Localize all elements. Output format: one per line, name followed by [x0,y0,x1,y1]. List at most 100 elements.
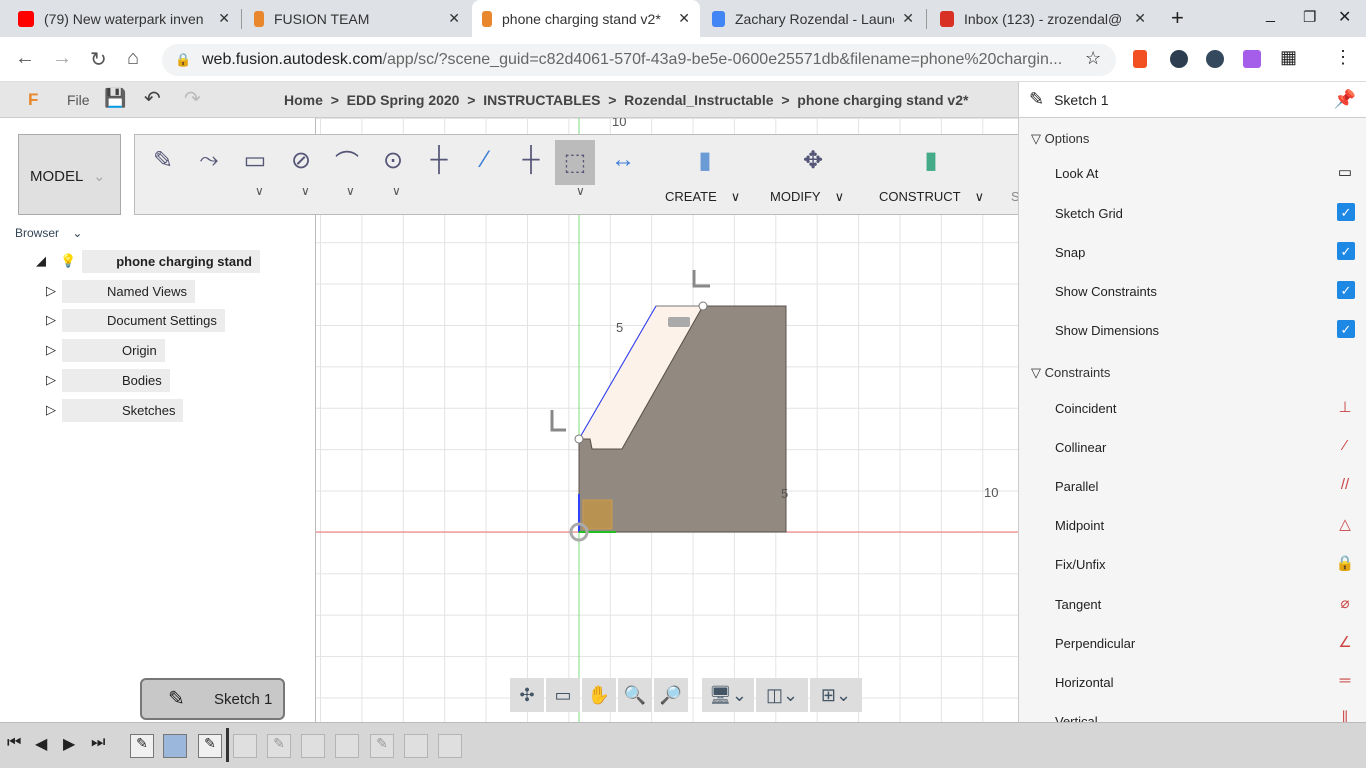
arc-tool-icon[interactable]: ⌒ [327,140,367,180]
close-tab-icon[interactable]: ✕ [1134,10,1146,27]
chevron-down-icon[interactable]: ∨ [576,184,585,198]
extension-shield-icon[interactable] [1206,50,1224,68]
breadcrumb-project[interactable]: EDD Spring 2020 [347,92,460,108]
tree-item-bodies[interactable]: ▷ Bodies [46,368,170,392]
pan-hand-icon[interactable]: ✋ [582,678,616,712]
fusion-logo-icon[interactable]: F [28,90,38,110]
create-sketch-icon[interactable]: ✎ [143,140,183,180]
constraint-coincident[interactable]: Coincident ⊥ [1055,399,1355,416]
construct-menu[interactable]: CONSTRUCT ∨ [879,189,984,205]
modify-menu[interactable]: MODIFY ∨ [770,189,844,205]
construction-line-icon[interactable]: ⁄ [465,140,505,180]
reload-button[interactable]: ↻ [90,47,107,72]
option-sketch-grid[interactable]: Sketch Grid ✓ [1055,203,1355,221]
viewports-icon[interactable]: ⊞⌄ [810,678,862,712]
back-button[interactable]: ← [15,47,35,70]
option-look-at[interactable]: Look At ▭ [1055,163,1355,183]
project-tool-icon[interactable]: ⬚ [555,140,595,185]
tree-item-document-settings[interactable]: ▷ Document Settings [46,308,225,332]
redo-icon[interactable]: ↷ [184,86,201,111]
url-input[interactable]: 🔒 web.fusion.autodesk.com/app/sc/?scene_g… [162,44,1116,76]
point-tool-icon[interactable]: ┼ [419,140,459,180]
sketch-point[interactable] [698,301,708,311]
line-tool-icon[interactable]: ⤳ [189,140,229,180]
timeline-sketch-icon[interactable]: ✎ [267,734,291,758]
chevron-down-icon[interactable]: ∨ [392,184,401,198]
file-menu[interactable]: File [67,92,90,108]
save-icon[interactable]: 💾 [104,88,126,109]
move-icon[interactable]: ✥ [793,140,833,180]
close-tab-icon[interactable]: ✕ [902,10,914,27]
option-show-constraints[interactable]: Show Constraints ✓ [1055,281,1355,299]
breadcrumb-folder[interactable]: INSTRUCTABLES [483,92,600,108]
forward-button[interactable]: → [52,47,72,70]
undo-icon[interactable]: ↶ [144,86,161,111]
constraint-perpendicular[interactable]: Perpendicular ∠ [1055,634,1355,651]
dimension-label[interactable]: 5 [616,320,623,335]
bookmark-star-icon[interactable]: ☆ [1085,48,1101,69]
create-menu[interactable]: CREATE ∨ [665,189,740,205]
breadcrumb-home[interactable]: Home [284,92,323,108]
go-to-start-icon[interactable]: ⏮ [7,734,21,752]
close-tab-icon[interactable]: ✕ [678,10,690,27]
trim-tool-icon[interactable]: ┼ [511,140,551,180]
dimension-tool-icon[interactable]: ↔ [603,140,643,180]
tree-root-label[interactable]: phone charging stand [82,249,260,273]
fix-constraint-icon[interactable] [692,270,710,288]
play-icon[interactable]: ▶ [63,734,75,754]
tree-item-sketches[interactable]: ▷ Sketches [46,398,184,422]
constraint-midpoint[interactable]: Midpoint △ [1055,516,1355,533]
fix-constraint-icon[interactable] [550,410,566,432]
option-show-dimensions[interactable]: Show Dimensions ✓ [1055,320,1355,338]
look-at-icon[interactable]: ▭ [1335,163,1355,183]
chevron-down-icon[interactable]: ∨ [301,184,310,198]
dimension-label[interactable]: 5 [781,486,788,501]
chevron-down-icon[interactable]: ⌄ [72,226,82,240]
go-to-end-icon[interactable]: ⏭ [91,734,105,752]
timeline-sketch-icon[interactable]: ✎ [198,734,222,758]
constraints-section-header[interactable]: ▽ Constraints [1031,365,1110,381]
minimize-button[interactable]: _ [1266,6,1275,24]
constraint-fix-unfix[interactable]: Fix/Unfix 🔒 [1055,555,1355,572]
offset-plane-icon[interactable]: ▮ [911,140,951,180]
constraint-horizontal[interactable]: Horizontal ═ [1055,672,1355,690]
tree-item-origin[interactable]: ▷ Origin [46,338,165,362]
tab-phone-charging-stand[interactable]: phone charging stand v2* ✕ [472,0,700,37]
lightbulb-icon[interactable]: 💡 [60,253,76,269]
close-tab-icon[interactable]: ✕ [448,10,460,27]
timeline-extrude-icon[interactable] [404,734,428,758]
display-settings-icon[interactable]: 🖥⌄ [702,678,754,712]
tab-gmail[interactable]: Inbox (123) - zrozendal@ ✕ [930,0,1156,37]
timeline-extrude-icon[interactable] [163,734,187,758]
timeline-sketch-icon[interactable]: ✎ [370,734,394,758]
home-button[interactable]: ⌂ [127,47,139,70]
zoom-icon[interactable]: 🔍 [618,678,652,712]
slot-tool-icon[interactable]: ⊙ [373,140,413,180]
extension-shield-icon[interactable] [1170,50,1188,68]
constraint-collinear[interactable]: Collinear ⁄ [1055,437,1355,455]
constraint-tangent[interactable]: Tangent ⌀ [1055,595,1355,612]
look-at-icon[interactable]: ▭ [546,678,580,712]
checkbox-checked[interactable]: ✓ [1337,203,1355,221]
constraint-parallel[interactable]: Parallel// [1055,476,1355,494]
close-tab-icon[interactable]: ✕ [218,10,230,27]
sketch-point[interactable] [574,434,584,444]
timeline-extrude-icon[interactable] [335,734,359,758]
tree-item-named-views[interactable]: ▷ Named Views [46,279,195,303]
circle-tool-icon[interactable]: ⊘ [281,140,321,180]
timeline-extrude-icon[interactable] [301,734,325,758]
extension-grid-icon[interactable]: ▦ [1280,47,1297,68]
timeline-extrude-icon[interactable] [233,734,257,758]
pin-icon[interactable]: 📌 [1334,89,1356,110]
checkbox-checked[interactable]: ✓ [1337,320,1355,338]
chevron-down-icon[interactable]: ∨ [255,184,264,198]
close-window-button[interactable]: ✕ [1338,7,1351,27]
restore-button[interactable]: ❐ [1303,8,1316,26]
option-snap[interactable]: Snap ✓ [1055,242,1355,260]
extrude-icon[interactable]: ▮ [685,140,725,180]
tab-google-docs[interactable]: Zachary Rozendal - Launc ✕ [702,0,924,37]
checkbox-checked[interactable]: ✓ [1337,242,1355,260]
chevron-down-icon[interactable]: ∨ [346,184,355,198]
tab-youtube[interactable]: (79) New waterpark inven ✕ [8,0,240,37]
browser-menu-icon[interactable]: ⋮ [1334,47,1352,68]
